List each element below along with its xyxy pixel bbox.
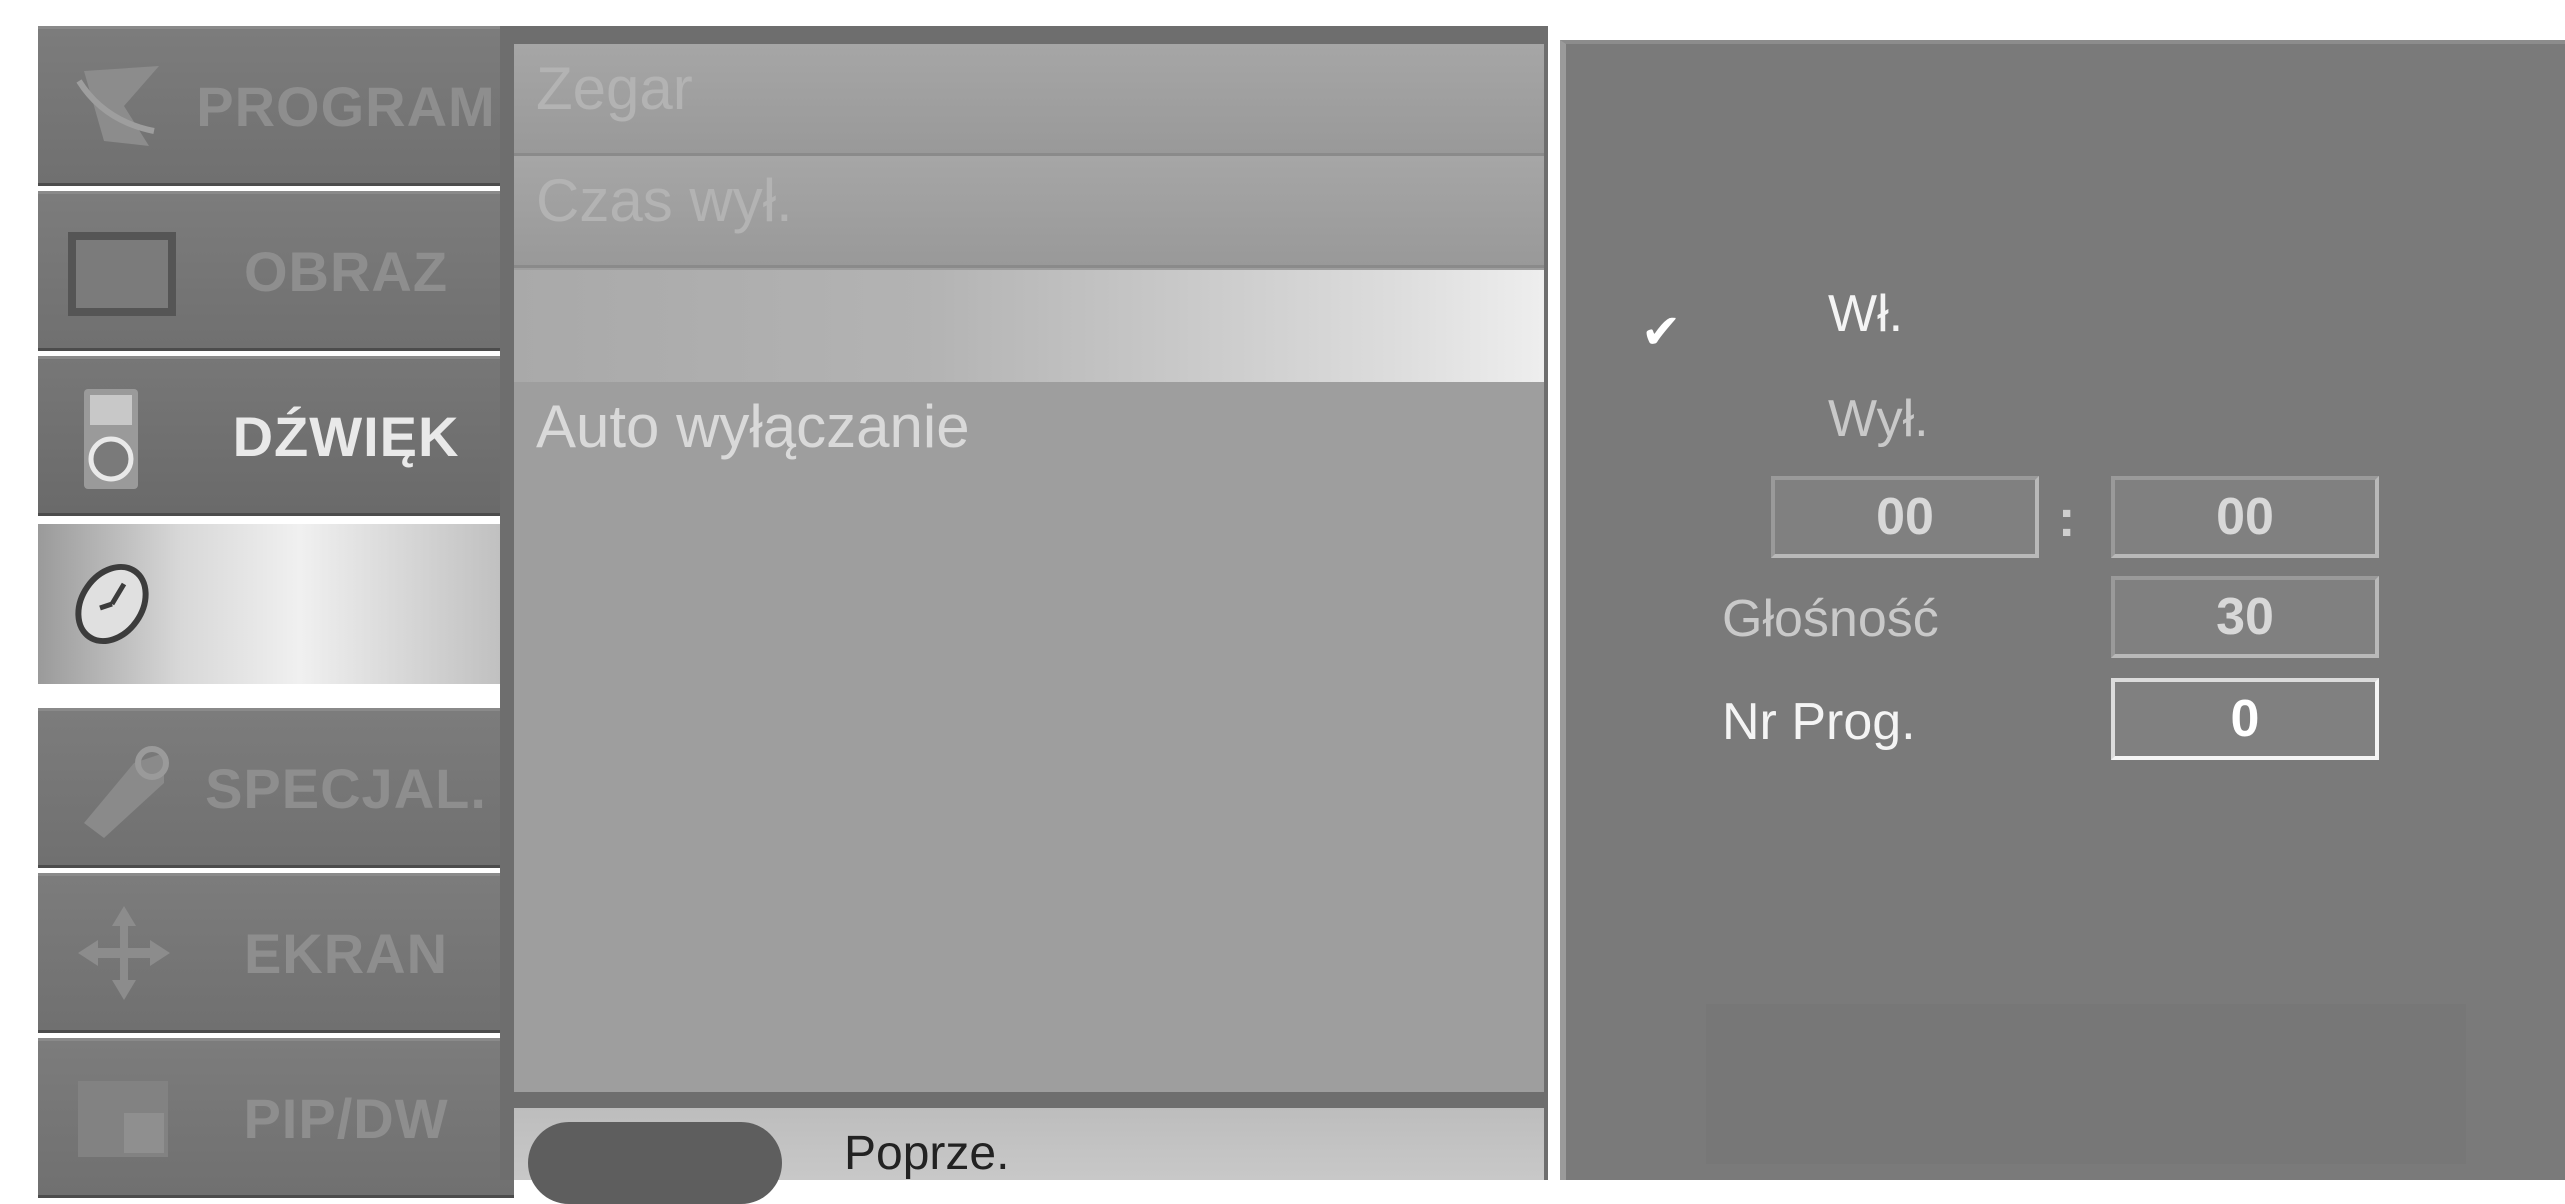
category-sidebar: PROGRAM OBRAZ DŹWIĘK SPECJAL. EKRAN PIP/… (24, 26, 514, 1198)
program-number-label: Nr Prog. (1722, 693, 1916, 751)
time-separator: : (2058, 490, 2076, 548)
special-tag-icon (64, 733, 184, 843)
sidebar-item-ekran[interactable]: EKRAN (38, 873, 514, 1033)
checkmark-icon: ✔ (1641, 306, 1682, 359)
menu-item-label: Zegar (536, 55, 693, 122)
clock-icon (64, 546, 184, 656)
pip-icon (64, 1063, 184, 1173)
sidebar-item-dzwiek[interactable]: DŹWIĘK (38, 356, 514, 516)
menu-key-button-icon[interactable] (528, 1122, 782, 1204)
tv-osd-screen: PROGRAM OBRAZ DŹWIĘK SPECJAL. EKRAN PIP/… (0, 0, 2565, 1204)
option-on[interactable]: Wł. (1828, 284, 1903, 344)
sidebar-item-label: EKRAN (243, 921, 449, 985)
menu-item-zegar[interactable]: Zegar (514, 44, 1544, 156)
footer-hint: Poprze. (844, 1127, 1010, 1180)
submenu-list: Zegar Czas wył. Auto wyłączanie (514, 44, 1544, 1092)
sidebar-item-obraz[interactable]: OBRAZ (38, 191, 514, 351)
footer-bar: Poprze. (514, 1108, 1544, 1204)
program-number-field[interactable]: 0 (2111, 678, 2379, 760)
move-arrows-icon (64, 898, 184, 1008)
sidebar-item-specjal[interactable]: SPECJAL. (38, 708, 514, 868)
menu-item-czas-wyl[interactable]: Czas wył. (514, 156, 1544, 268)
sidebar-item-label: DŹWIĘK (232, 404, 460, 468)
settings-panel: ✔ Wł. Wył. 00 : 00 Głośność 30 Nr Prog. … (1560, 40, 2565, 1180)
minute-field[interactable]: 00 (2111, 476, 2379, 558)
sidebar-item-label: OBRAZ (243, 239, 449, 303)
menu-item-label: Auto wyłączanie (536, 393, 970, 460)
satellite-dish-icon (64, 51, 184, 161)
panel-shade (1706, 1004, 2466, 1164)
sidebar-item-pip[interactable]: PIP/DW (38, 1038, 514, 1198)
sidebar-item-label: PIP/DW (243, 1086, 449, 1150)
volume-label: Głośność (1722, 590, 1939, 648)
speaker-icon (64, 381, 184, 491)
sidebar-item-czas[interactable] (38, 524, 514, 684)
menu-item-label: Czas wył. (536, 167, 793, 234)
picture-screen-icon (64, 216, 184, 326)
sidebar-item-label (188, 524, 504, 684)
option-off[interactable]: Wył. (1828, 389, 1929, 449)
sidebar-item-label: PROGRAM (196, 74, 496, 138)
menu-item-auto-wylaczanie[interactable]: Auto wyłączanie (514, 382, 1544, 494)
volume-field[interactable]: 30 (2111, 576, 2379, 658)
sidebar-item-label: SPECJAL. (205, 756, 487, 820)
hour-field[interactable]: 00 (1771, 476, 2039, 558)
menu-item-czas-wl[interactable] (514, 270, 1544, 382)
submenu-panel: Zegar Czas wył. Auto wyłączanie Poprze. (500, 26, 1548, 1204)
sidebar-item-program[interactable]: PROGRAM (38, 26, 514, 186)
